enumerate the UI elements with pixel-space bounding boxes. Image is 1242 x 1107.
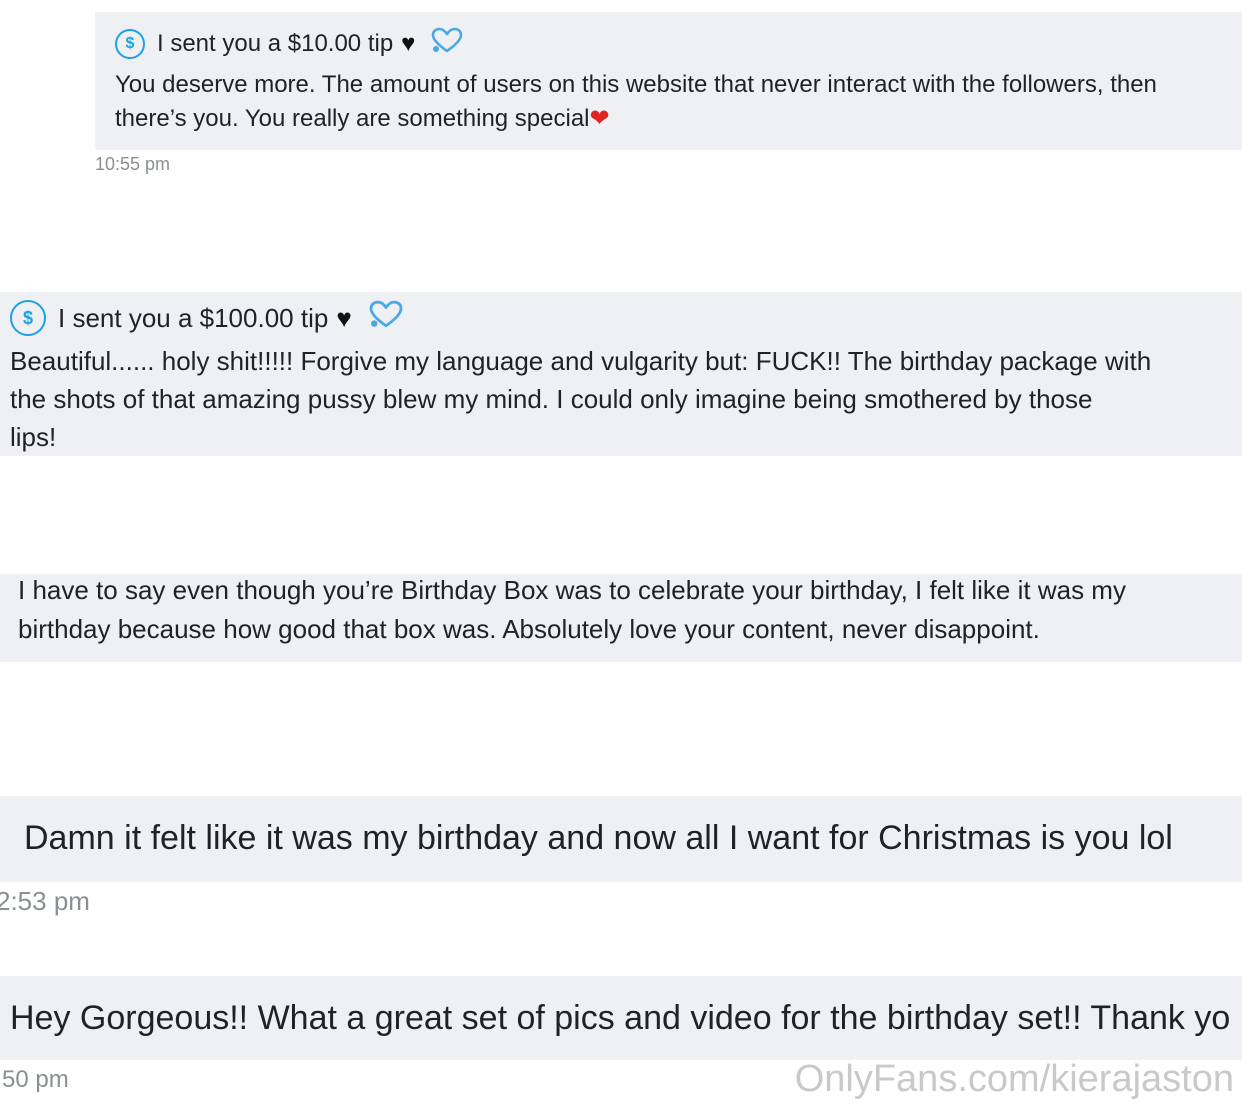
message-timestamp: 10:55 pm: [95, 154, 171, 174]
message-timestamp: 2:53 pm: [0, 886, 90, 916]
message-timestamp: 50 pm: [2, 1066, 69, 1093]
heart-outline-icon[interactable]: [366, 300, 406, 337]
black-heart-icon: ♥: [401, 30, 416, 57]
tip-header: $ I sent you a $10.00 tip ♥: [115, 27, 1242, 62]
message-bubble: Damn it felt like it was my birthday and…: [0, 796, 1242, 882]
red-heart-emoji: ❤: [589, 105, 610, 132]
dollar-icon: $: [10, 300, 46, 336]
message-bubble-tip-100: $ I sent you a $100.00 tip ♥ Beautiful..…: [0, 292, 1242, 456]
message-line: You deserve more. The amount of users on…: [115, 71, 1157, 98]
message-body: You deserve more. The amount of users on…: [115, 68, 1242, 136]
message-line-text: there’s you. You really are something sp…: [115, 105, 590, 132]
tip-text: I sent you a $100.00 tip: [58, 302, 329, 333]
tip-text: I sent you a $10.00 tip: [157, 30, 394, 57]
message-bubble: Hey Gorgeous!! What a great set of pics …: [0, 976, 1242, 1060]
watermark: OnlyFans.com/kierajaston: [794, 1058, 1234, 1100]
message-body: I have to say even though you’re Birthda…: [18, 575, 1126, 644]
message-body: Beautiful...... holy shit!!!!! Forgive m…: [10, 346, 1152, 452]
tip-header: $ I sent you a $100.00 tip ♥: [10, 298, 1242, 338]
dollar-icon: $: [115, 29, 145, 59]
black-heart-icon: ♥: [336, 302, 352, 333]
message-bubble: I have to say even though you’re Birthda…: [0, 574, 1242, 662]
message-line: there’s you. You really are something sp…: [115, 102, 1242, 136]
heart-outline-icon[interactable]: [429, 27, 465, 62]
message-body: Damn it felt like it was my birthday and…: [24, 819, 1173, 857]
message-body: Hey Gorgeous!! What a great set of pics …: [10, 999, 1231, 1037]
message-bubble-tip-10: $ I sent you a $10.00 tip ♥ You deserve …: [95, 12, 1242, 150]
